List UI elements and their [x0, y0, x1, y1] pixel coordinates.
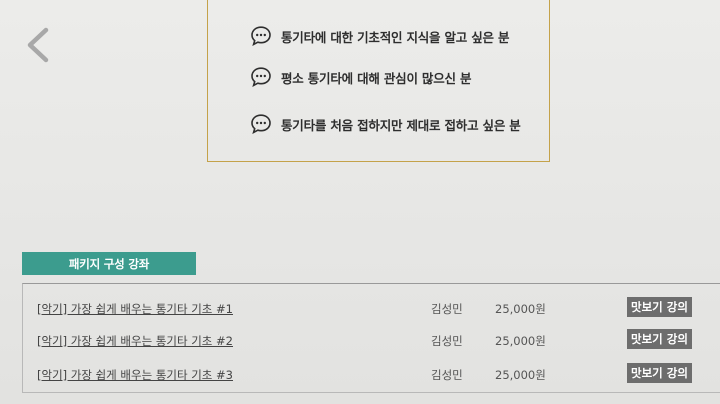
course-instructor: 김성민: [431, 368, 463, 382]
course-title-link[interactable]: [악기] 가장 쉽게 배우는 통기타 기초 #2: [37, 333, 233, 349]
speech-bubble-icon: [250, 66, 272, 88]
preview-lecture-button[interactable]: 맛보기 강의: [627, 329, 692, 349]
back-button[interactable]: [22, 26, 56, 64]
target-audience-text: 통기타에 대한 기초적인 지식을 알고 싶은 분: [281, 29, 510, 45]
speech-bubble-icon: [250, 113, 272, 135]
course-price: 25,000원: [495, 334, 546, 348]
target-audience-item: 통기타에 대한 기초적인 지식을 알고 싶은 분: [250, 24, 510, 48]
table-row: [악기] 가장 쉽게 배우는 통기타 기초 #1 김성민 25,000원 맛보기…: [23, 297, 720, 321]
target-audience-box: 통기타에 대한 기초적인 지식을 알고 싶은 분 평소 통기타에 대해 관심이 …: [207, 0, 550, 162]
target-audience-text: 평소 통기타에 대해 관심이 많으신 분: [281, 70, 472, 86]
course-title-link[interactable]: [악기] 가장 쉽게 배우는 통기타 기초 #3: [37, 367, 233, 383]
target-audience-item: 평소 통기타에 대해 관심이 많으신 분: [250, 65, 471, 89]
target-audience-item: 통기타를 처음 접하지만 제대로 접하고 싶은 분: [250, 112, 521, 136]
course-price: 25,000원: [495, 302, 546, 316]
chevron-left-icon: [27, 27, 49, 63]
speech-bubble-icon: [250, 25, 272, 47]
course-title-link[interactable]: [악기] 가장 쉽게 배우는 통기타 기초 #1: [37, 301, 233, 317]
target-audience-text: 통기타를 처음 접하지만 제대로 접하고 싶은 분: [281, 117, 521, 133]
package-courses-tab-label: 패키지 구성 강좌: [68, 256, 150, 271]
preview-lecture-button[interactable]: 맛보기 강의: [627, 297, 692, 317]
course-detail-page: 통기타에 대한 기초적인 지식을 알고 싶은 분 평소 통기타에 대해 관심이 …: [0, 0, 720, 404]
package-courses-tab[interactable]: 패키지 구성 강좌: [22, 252, 196, 275]
course-instructor: 김성민: [431, 334, 463, 348]
table-row: [악기] 가장 쉽게 배우는 통기타 기초 #2 김성민 25,000원 맛보기…: [23, 329, 720, 353]
course-table: [악기] 가장 쉽게 배우는 통기타 기초 #1 김성민 25,000원 맛보기…: [22, 283, 720, 393]
table-row: [악기] 가장 쉽게 배우는 통기타 기초 #3 김성민 25,000원 맛보기…: [23, 363, 720, 387]
course-price: 25,000원: [495, 368, 546, 382]
preview-lecture-button[interactable]: 맛보기 강의: [627, 363, 692, 383]
course-instructor: 김성민: [431, 302, 463, 316]
